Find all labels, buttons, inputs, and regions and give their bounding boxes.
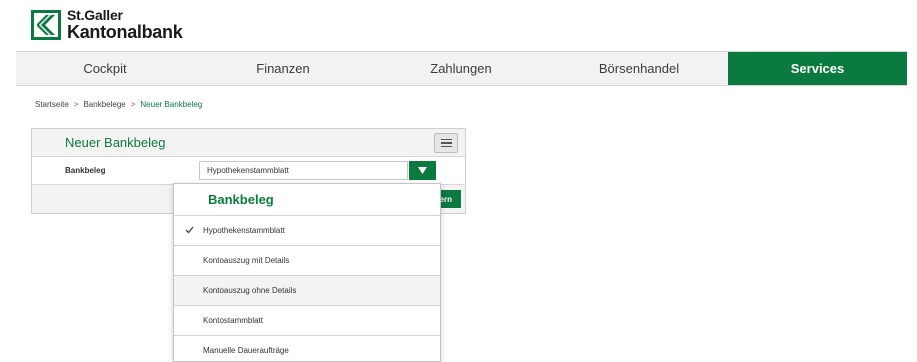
- dropdown-header: Bankbeleg: [174, 184, 440, 216]
- dropdown-option-label: Kontostammblatt: [203, 316, 264, 325]
- bank-name-line2: Kantonalbank: [67, 22, 183, 42]
- panel-header: Neuer Bankbeleg: [32, 129, 465, 157]
- dropdown-option-hypothekenstammblatt[interactable]: Hypothekenstammblatt: [174, 216, 440, 246]
- breadcrumb-separator: >: [73, 100, 79, 109]
- caret-down-icon[interactable]: [409, 161, 436, 180]
- panel-title: Neuer Bankbeleg: [65, 135, 166, 150]
- breadcrumb-current: Neuer Bankbeleg: [140, 100, 203, 109]
- nav-item-cockpit[interactable]: Cockpit: [16, 52, 194, 85]
- breadcrumb: Startseite > Bankbelege > Neuer Bankbele…: [35, 100, 202, 109]
- chevron-left-logo-icon: [31, 9, 61, 40]
- nav-item-services[interactable]: Services: [728, 52, 907, 85]
- bankbeleg-label: Bankbeleg: [65, 166, 106, 175]
- bank-name-line1: St.Galler: [67, 7, 123, 23]
- bank-logo[interactable]: St.Galler Kantonalbank: [31, 7, 183, 42]
- bankbeleg-dropdown: Bankbeleg Hypothekenstammblatt Kontoausz…: [173, 183, 441, 362]
- dropdown-option-label: Hypothekenstammblatt: [203, 226, 285, 235]
- bankbeleg-select[interactable]: Hypothekenstammblatt: [199, 161, 408, 180]
- dropdown-option-label: Kontoauszug ohne Details: [203, 286, 297, 295]
- nav-item-finanzen[interactable]: Finanzen: [194, 52, 372, 85]
- dropdown-option-kontoauszug-mit-details[interactable]: Kontoauszug mit Details: [174, 246, 440, 276]
- dropdown-option-kontoauszug-ohne-details[interactable]: Kontoauszug ohne Details: [174, 276, 440, 306]
- dropdown-title: Bankbeleg: [208, 192, 274, 207]
- dropdown-option-manuelle-dauerauftraege[interactable]: Manuelle Daueraufträge: [174, 336, 440, 361]
- checkmark-icon: [185, 226, 194, 234]
- nav-item-boersenhandel[interactable]: Börsenhandel: [550, 52, 728, 85]
- breadcrumb-separator: >: [130, 100, 136, 109]
- dropdown-option-label: Kontoauszug mit Details: [203, 256, 290, 265]
- hamburger-menu-icon[interactable]: [434, 133, 458, 153]
- dropdown-option-kontostammblatt[interactable]: Kontostammblatt: [174, 306, 440, 336]
- breadcrumb-startseite[interactable]: Startseite: [35, 100, 69, 109]
- main-navigation: Cockpit Finanzen Zahlungen Börsenhandel …: [16, 51, 907, 86]
- bank-name: St.Galler Kantonalbank: [67, 7, 183, 42]
- breadcrumb-bankbelege[interactable]: Bankbelege: [83, 100, 125, 109]
- nav-item-zahlungen[interactable]: Zahlungen: [372, 52, 550, 85]
- bankbeleg-field-row: Bankbeleg Hypothekenstammblatt: [32, 157, 465, 185]
- dropdown-option-label: Manuelle Daueraufträge: [203, 346, 289, 355]
